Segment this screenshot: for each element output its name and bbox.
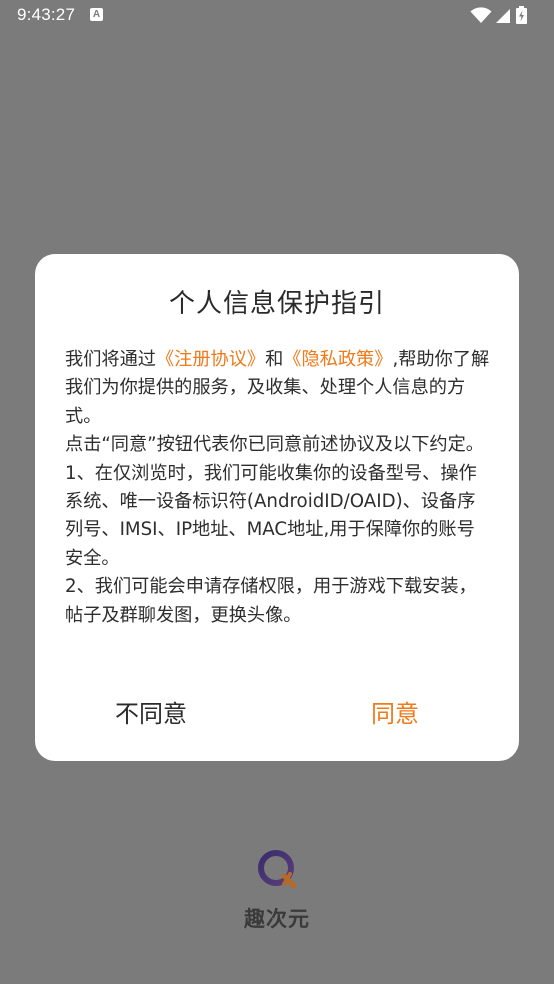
body-paragraph-consent: 点击“同意”按钮代表你已同意前述协议及以下约定。: [65, 434, 484, 456]
battery-icon: [516, 6, 527, 24]
disagree-button[interactable]: 不同意: [115, 694, 187, 729]
signal-icon: [496, 9, 510, 23]
app-name: 趣次元: [244, 907, 310, 931]
wifi-icon: [470, 7, 492, 23]
body-intro-prefix: 我们将通过: [65, 349, 156, 370]
agree-button[interactable]: 同意: [371, 694, 419, 729]
privacy-policy-link[interactable]: 《隐私政策》: [283, 349, 392, 370]
body-paragraph-item-2: 2、我们可能会申请存储权限，用于游戏下载安装，帖子及群聊发图，更换头像。: [65, 576, 477, 626]
body-paragraph-intro: 我们将通过《注册协议》和《隐私政策》,帮助你了解我们为你提供的服务，及收集、处理…: [65, 346, 491, 431]
dialog-actions: 不同意 同意: [35, 694, 519, 738]
body-intro-and: 和: [265, 349, 284, 370]
privacy-dialog: 个人信息保护指引 我们将通过《注册协议》和《隐私政策》,帮助你了解我们为你提供的…: [35, 254, 519, 761]
dialog-title: 个人信息保护指引: [168, 289, 385, 319]
dialog-body[interactable]: 我们将通过《注册协议》和《隐私政策》,帮助你了解我们为你提供的服务，及收集、处理…: [65, 346, 491, 641]
status-bar: 9:43:27 A: [0, 0, 554, 30]
body-paragraph-item-1: 1、在仅浏览时，我们可能收集你的设备型号、操作系统、唯一设备标识符(Androi…: [65, 462, 477, 569]
app-logo-icon: [258, 850, 297, 889]
notification-a-icon: A: [90, 8, 103, 21]
register-agreement-link[interactable]: 《注册协议》: [156, 349, 265, 370]
status-time: 9:43:27: [17, 5, 76, 24]
status-icons: [470, 6, 538, 24]
